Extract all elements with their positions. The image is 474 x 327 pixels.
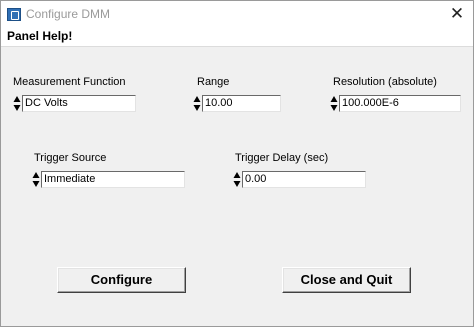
app-icon <box>7 8 21 21</box>
resolution-control[interactable]: 100.000E-6 <box>330 95 461 112</box>
trigger-source-field[interactable]: Immediate <box>41 171 185 188</box>
up-down-arrow-icon[interactable] <box>330 95 338 112</box>
trigger-delay-label: Trigger Delay (sec) <box>235 152 329 164</box>
range-control[interactable]: 10.00 <box>193 95 281 112</box>
up-down-arrow-icon[interactable] <box>233 171 241 188</box>
up-down-arrow-icon[interactable] <box>32 171 40 188</box>
resolution-label: Resolution (absolute) <box>333 76 437 88</box>
trigger-source-control[interactable]: Immediate <box>32 171 185 188</box>
close-and-quit-button[interactable]: Close and Quit <box>282 267 411 293</box>
menu-panel-help[interactable]: Panel Help! <box>7 29 72 43</box>
window-title: Configure DMM <box>26 7 111 21</box>
close-icon[interactable]: ✕ <box>445 3 469 25</box>
title-bar: Configure DMM ✕ <box>1 1 473 28</box>
up-down-arrow-icon[interactable] <box>193 95 201 112</box>
trigger-delay-field[interactable]: 0.00 <box>242 171 366 188</box>
trigger-source-label: Trigger Source <box>34 152 107 164</box>
range-label: Range <box>197 76 230 88</box>
range-field[interactable]: 10.00 <box>202 95 281 112</box>
configure-button[interactable]: Configure <box>57 267 186 293</box>
measurement-function-control[interactable]: DC Volts <box>13 95 136 112</box>
configure-dmm-window: Configure DMM ✕ Panel Help! Measurement … <box>0 0 474 327</box>
trigger-delay-control[interactable]: 0.00 <box>233 171 366 188</box>
resolution-field[interactable]: 100.000E-6 <box>339 95 461 112</box>
measurement-function-label: Measurement Function <box>13 76 126 88</box>
menu-bar: Panel Help! <box>1 28 473 47</box>
up-down-arrow-icon[interactable] <box>13 95 21 112</box>
measurement-function-field[interactable]: DC Volts <box>22 95 136 112</box>
